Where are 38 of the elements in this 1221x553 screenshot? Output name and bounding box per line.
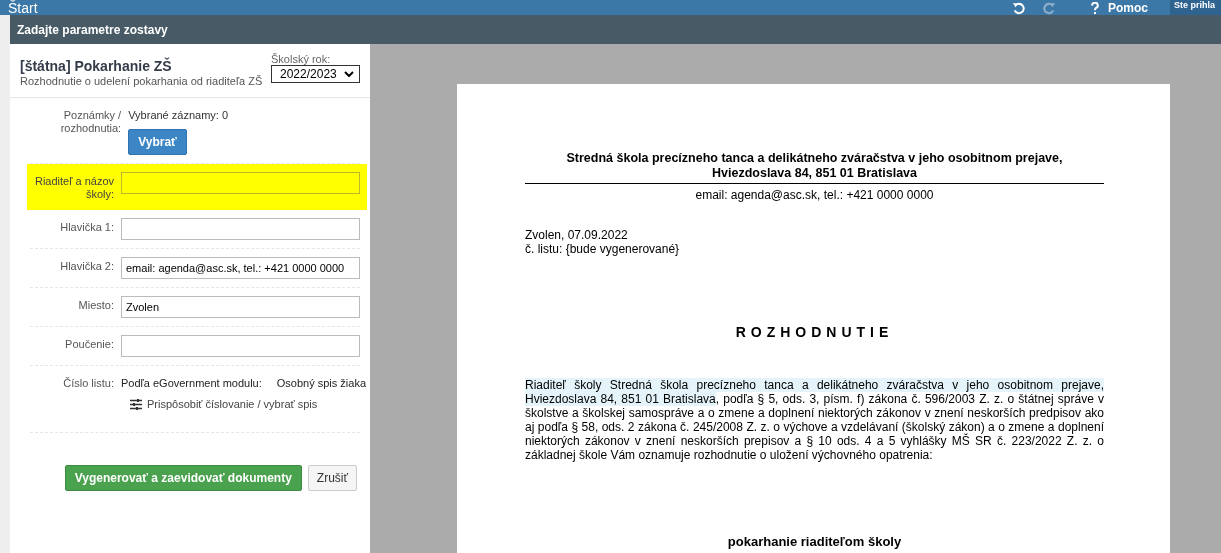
year-label: Školský rok:: [271, 53, 332, 65]
field-label: Riaditeľ a názov školy:: [33, 174, 115, 201]
input-field[interactable]: [121, 218, 360, 240]
document-heading: ROZHODNUTIE: [735, 324, 894, 340]
input-field[interactable]: [121, 172, 360, 194]
field-label: Hlavička 2:: [59, 259, 115, 274]
help-icon[interactable]: [1090, 2, 1100, 15]
file-type: Osobný spis žiaka: [276, 377, 366, 390]
measure-title: pokarhanie riaditeľom školy: [727, 534, 902, 549]
page-title: Štart: [7, 0, 38, 16]
dialog-title: Zadajte parametre zostavy: [17, 22, 168, 37]
field-label: Miesto:: [77, 298, 115, 313]
field-label: Hlavička 1:: [59, 220, 115, 235]
contact-line: email: agenda@asc.sk, tel.: +421 0000 0000: [694, 188, 935, 202]
cancel-button[interactable]: Zrušiť: [307, 465, 357, 491]
numbering-mode: Podľa eGovernment modulu:: [121, 377, 262, 390]
input-field[interactable]: [121, 335, 360, 357]
customize-numbering-link[interactable]: Prispôsobiť číslovanie / vybrať spis: [147, 398, 318, 410]
undo-icon[interactable]: [1012, 2, 1025, 15]
field-label: Poučenie:: [64, 337, 115, 352]
letter-number: č. listu: {bude vygenerované}: [525, 242, 681, 256]
user-status: Ste prihla: [1170, 0, 1221, 15]
decision-paragraph: Riaditeľ školy Stredná škola precízneho tanca a delikátneho zváračstva v jeho osobitnom prejave, Hviezdoslava 84, 851 01 Bratislava, podľa § 5, ods. 3, písm. f) zákona č. 596/2003 Z. z. o štátnej správe v školstve a školskej samospráve a o zmene a doplnení niektorých zákonov v znení neskorších predpisov ako aj podľa § 58, ods. 2 zákona č. 245/2008 Z. z. o výchove a vzdelávaní (školský zákon) a o zmene a doplnení niektorých zákonov v znení neskorších prepisov a § 10 ods. 4 a 5 vyhlášky MŠ SR č. 223/2022 Z. z. o základnej škole Vám oznamuje rozhodnutie o uložení výchovného opatrenia:: [525, 378, 1104, 462]
place-date: Zvolen, 07.09.2022: [525, 228, 629, 242]
chevron-icon: [344, 71, 354, 77]
year-select[interactable]: 2022/2023: [271, 65, 360, 83]
sliders-icon: [130, 398, 142, 410]
field-label: Poznámky / rozhodnutia:: [59, 108, 123, 136]
input-field[interactable]: email: agenda@asc.sk, tel.: +421 0000 0000: [121, 257, 360, 279]
report-title: [štátna] Pokarhanie ZŠ: [20, 58, 173, 74]
school-header: Hviezdoslava 84, 851 01 Bratislava: [711, 166, 918, 181]
selected-count: Vybrané záznamy: 0: [128, 108, 230, 122]
report-subtitle: Rozhodnutie o udelení pokarhania od riaditeľa ZŠ: [20, 75, 263, 87]
help-link[interactable]: Pomoc: [1108, 0, 1148, 16]
school-header: Stredná škola precízneho tanca a delikátneho zváračstva v jeho osobitnom prejave,: [565, 151, 1064, 166]
input-field[interactable]: Zvolen: [121, 296, 360, 318]
field-label: Číslo listu:: [62, 376, 115, 391]
select-button[interactable]: Vybrať: [128, 129, 187, 155]
